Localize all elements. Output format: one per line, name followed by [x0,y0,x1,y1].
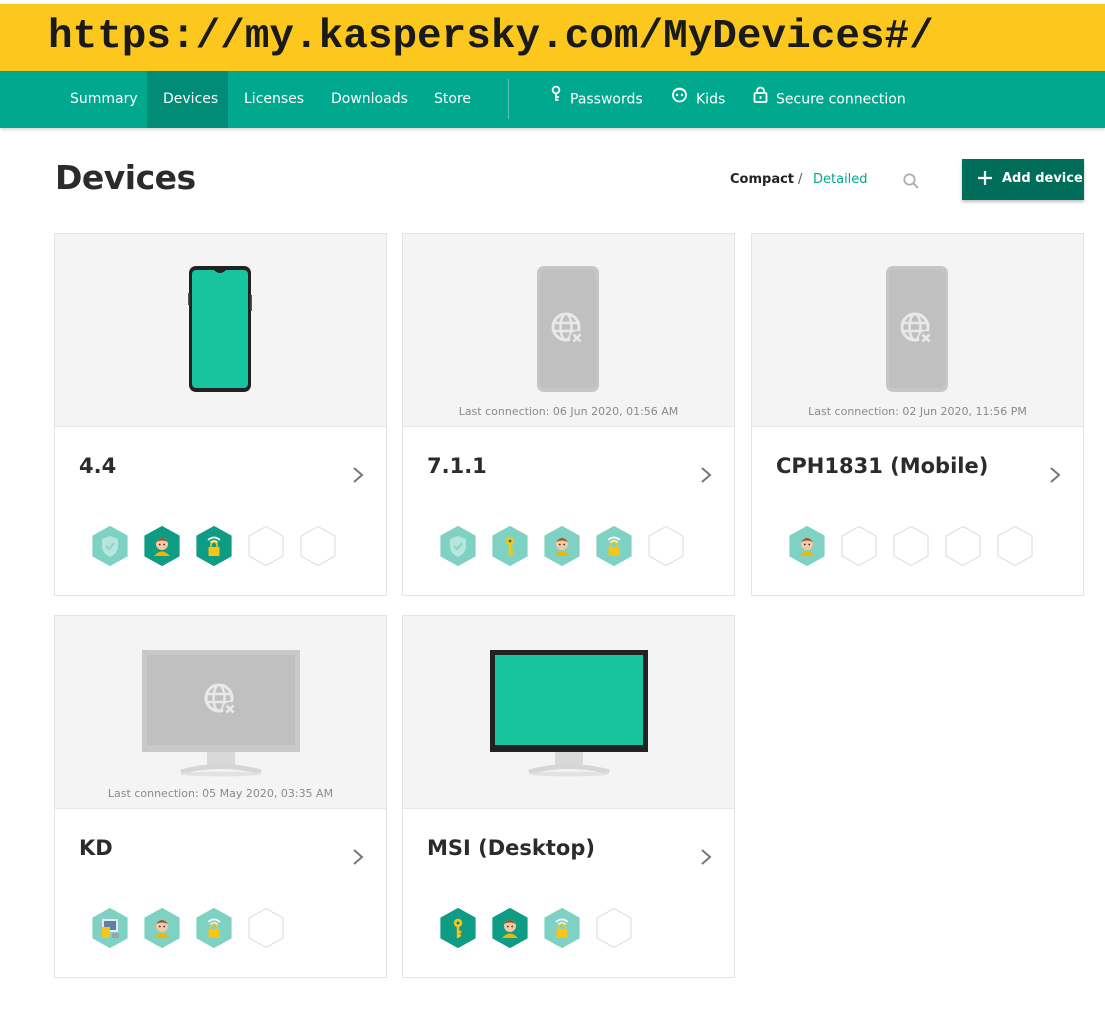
shield-check-icon[interactable] [91,525,129,567]
kid-icon[interactable] [491,907,529,949]
device-image [403,616,734,809]
last-connection: Last connection: 05 May 2020, 03:35 AM [107,787,334,800]
top-nav: Summary Devices Licenses Downloads Store… [0,71,1105,128]
empty-slot-icon [647,525,685,567]
kids-icon [671,71,688,128]
empty-slot-icon [892,525,930,567]
key-icon[interactable] [491,525,529,567]
plus-icon [976,169,994,191]
empty-slot-icon [247,525,285,567]
nav-label: Kids [696,91,726,108]
nav-item-passwords[interactable]: Passwords [550,71,646,128]
chevron-right-icon[interactable] [352,466,364,488]
nav-label: Secure connection [776,91,906,108]
phone-offline-icon [885,265,949,397]
lock-icon [753,71,768,128]
pc-app-icon[interactable] [91,907,129,949]
empty-slot-icon [944,525,982,567]
nav-item-secure-connection[interactable]: Secure connection [753,71,913,128]
key-icon[interactable] [439,907,477,949]
device-image: Last connection: 05 May 2020, 03:35 AM [55,616,386,809]
add-device-button[interactable]: Add device [962,159,1084,200]
nav-label: Summary [70,91,138,107]
nav-label: Licenses [244,91,305,107]
device-image: Last connection: 06 Jun 2020, 01:56 AM [403,234,734,427]
last-connection: Last connection: 06 Jun 2020, 01:56 AM [458,405,679,418]
device-card[interactable]: Last connection: 06 Jun 2020, 01:56 AM 7.… [402,233,735,596]
empty-slot-icon [299,525,337,567]
view-detailed-toggle[interactable]: Detailed [813,172,868,187]
empty-slot-icon [595,907,633,949]
chevron-right-icon[interactable] [352,848,364,870]
nav-item-summary[interactable]: Summary [56,71,144,128]
shield-check-icon[interactable] [439,525,477,567]
empty-slot-icon [996,525,1034,567]
key-icon [550,71,562,128]
phone-offline-icon [536,265,600,397]
nav-item-kids[interactable]: Kids [671,71,731,128]
device-card[interactable]: 4.4 [54,233,387,596]
nav-divider [508,79,509,119]
wifi-lock-icon[interactable] [543,907,581,949]
device-card[interactable]: Last connection: 02 Jun 2020, 11:56 PM CP… [751,233,1084,596]
nav-label: Downloads [331,91,408,107]
kid-icon[interactable] [143,907,181,949]
nav-item-store[interactable]: Store [420,71,484,128]
nav-item-downloads[interactable]: Downloads [316,71,418,128]
phone-icon [188,265,252,397]
kid-icon[interactable] [143,525,181,567]
monitor-offline-icon [141,649,301,781]
device-image [55,234,386,427]
nav-label: Passwords [570,91,643,108]
device-name[interactable]: 7.1.1 [427,454,487,478]
monitor-icon [489,649,649,781]
add-device-label: Add device [1002,171,1083,186]
last-connection: Last connection: 02 Jun 2020, 11:56 PM [808,405,1027,418]
chevron-right-icon[interactable] [1049,466,1061,488]
wifi-lock-icon[interactable] [195,907,233,949]
device-card[interactable]: MSI (Desktop) [402,615,735,978]
device-card[interactable]: Last connection: 05 May 2020, 03:35 AM KD [54,615,387,978]
empty-slot-icon [840,525,878,567]
device-name[interactable]: KD [79,836,113,860]
kid-icon[interactable] [788,525,826,567]
url-text[interactable]: https://my.kaspersky.com/MyDevices#/ [48,14,934,60]
wifi-lock-icon[interactable] [595,525,633,567]
device-name[interactable]: CPH1831 (Mobile) [776,454,988,478]
device-name[interactable]: MSI (Desktop) [427,836,595,860]
chevron-right-icon[interactable] [700,848,712,870]
view-compact-toggle[interactable]: Compact [730,172,794,187]
search-icon[interactable] [902,172,920,190]
wifi-lock-icon[interactable] [195,525,233,567]
chevron-right-icon[interactable] [700,466,712,488]
url-bar[interactable]: https://my.kaspersky.com/MyDevices#/ [0,0,1105,71]
empty-slot-icon [247,907,285,949]
view-toggle-separator: / [798,172,803,187]
nav-label: Devices [163,91,219,107]
device-name[interactable]: 4.4 [79,454,116,478]
device-image: Last connection: 02 Jun 2020, 11:56 PM [752,234,1083,427]
nav-item-devices[interactable]: Devices [147,71,228,128]
page-title: Devices [55,158,196,197]
nav-item-licenses[interactable]: Licenses [230,71,312,128]
kid-icon[interactable] [543,525,581,567]
nav-label: Store [434,91,472,107]
